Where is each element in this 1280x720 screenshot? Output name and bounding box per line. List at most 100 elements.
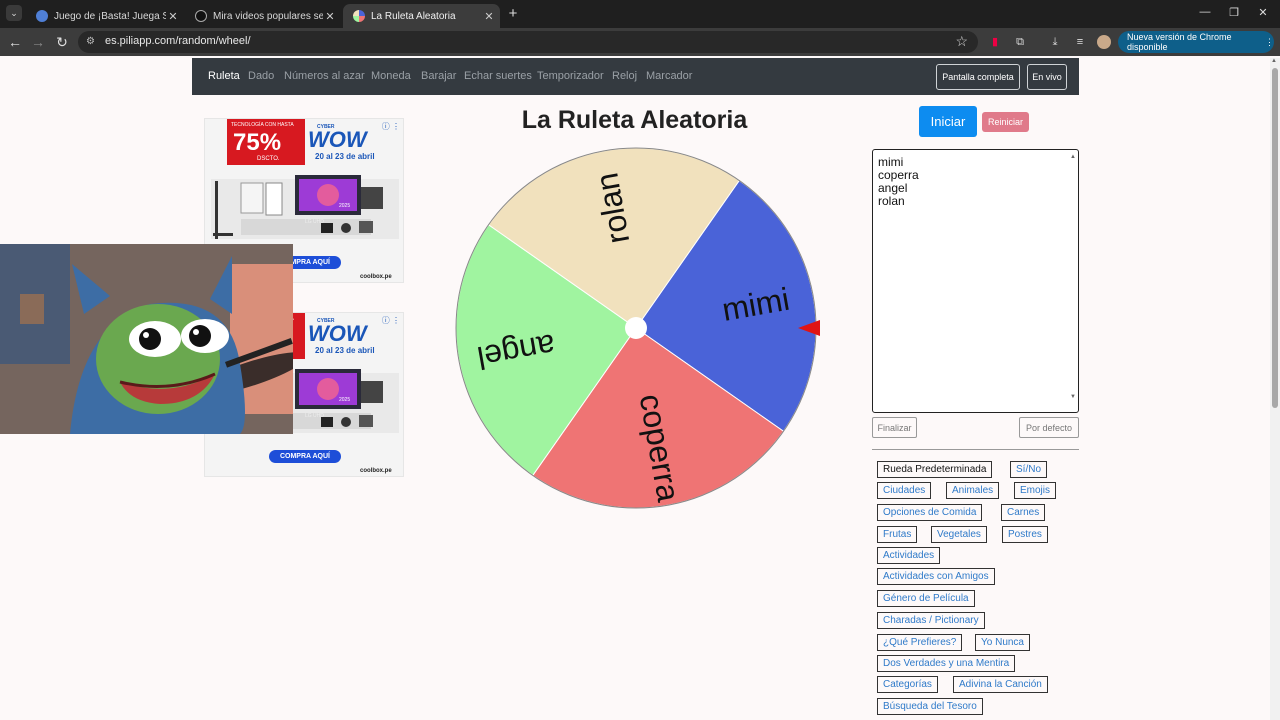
download-icon[interactable]: ⤓: [1048, 35, 1062, 49]
ad-year: 2025: [339, 203, 351, 209]
preset-frutas[interactable]: Frutas: [877, 526, 918, 543]
live-button[interactable]: En vivo: [1027, 64, 1067, 90]
reload-icon[interactable]: ↻: [54, 34, 70, 50]
media-control-icon[interactable]: ≡: [1073, 35, 1087, 49]
textarea-scroll-down-icon[interactable]: ▼: [1070, 391, 1076, 404]
nav-item-barajar[interactable]: Barajar: [421, 70, 456, 82]
preset-vegetales[interactable]: Vegetales: [931, 526, 987, 543]
preset-carnes[interactable]: Carnes: [1001, 504, 1046, 521]
preset-si-no[interactable]: Sí/No: [1010, 461, 1048, 478]
preset-postres[interactable]: Postres: [1002, 526, 1048, 543]
ad-brand-logo: coolbox.pe: [360, 274, 392, 280]
update-label: Nueva versión de Chrome disponible: [1127, 32, 1232, 52]
browser-tab-bar: ⌄ Juego de ¡Basta! Juega Stop, Tu ✕ Mira…: [0, 0, 1280, 28]
preset-dos-verdades[interactable]: Dos Verdades y una Mentira: [877, 655, 1016, 672]
preset-actividades[interactable]: Actividades: [877, 547, 941, 564]
preset-rueda-predeterminada[interactable]: Rueda Predeterminada: [877, 461, 993, 478]
browser-tab-active[interactable]: La Ruleta Aleatoria ✕: [343, 4, 500, 28]
browser-tab[interactable]: Mira videos populares seleccio ✕: [185, 4, 341, 28]
preset-actividades-amigos[interactable]: Actividades con Amigos: [877, 568, 995, 585]
ad-tech-label: TECNOLOGÍA CON HASTA: [231, 122, 294, 128]
default-button[interactable]: Por defecto: [1019, 417, 1079, 438]
reset-button[interactable]: Reiniciar: [982, 112, 1029, 132]
nav-item-numeros[interactable]: Números al azar: [284, 70, 365, 82]
back-icon[interactable]: ←: [7, 34, 23, 50]
tab-search-icon[interactable]: ⌄: [6, 5, 22, 21]
ad-date: 20 al 23 de abril: [315, 152, 375, 161]
ad-cta-button[interactable]: COMPRA AQUÍ: [269, 450, 341, 463]
textarea-scroll-up-icon[interactable]: ▲: [1070, 151, 1076, 164]
restore-icon[interactable]: ❐: [1227, 6, 1241, 19]
preset-animales[interactable]: Animales: [946, 482, 1000, 499]
pepe-avatar-image: [0, 244, 293, 434]
preset-ciudades[interactable]: Ciudades: [877, 482, 932, 499]
nav-item-marcador[interactable]: Marcador: [646, 70, 692, 82]
site-navbar: Ruleta Dado Números al azar Moneda Baraj…: [192, 58, 1079, 95]
forward-icon[interactable]: →: [30, 34, 46, 50]
nav-item-reloj[interactable]: Reloj: [612, 70, 637, 82]
roulette-wheel[interactable]: mimicoperraangelrolan: [450, 144, 822, 516]
ad-date: 20 al 23 de abril: [315, 346, 375, 355]
ad-tv-brand: LG UHD: [305, 219, 324, 225]
ad-info-icon[interactable]: ⓘ ⋮: [382, 315, 400, 326]
preset-genero-pelicula[interactable]: Género de Película: [877, 590, 975, 607]
bookmark-star-icon[interactable]: ☆: [955, 33, 968, 50]
scroll-thumb[interactable]: [1272, 68, 1278, 408]
new-tab-icon[interactable]: +: [505, 5, 521, 22]
webcam-overlay: [0, 244, 293, 434]
close-icon[interactable]: ✕: [323, 10, 337, 23]
chrome-update-button[interactable]: Nueva versión de Chrome disponible ⋮: [1118, 31, 1274, 53]
more-menu-icon[interactable]: ⋮: [1265, 37, 1274, 48]
nav-item-ruleta[interactable]: Ruleta: [208, 70, 240, 82]
nav-item-dado[interactable]: Dado: [248, 70, 274, 82]
wheel-favicon-icon: [353, 10, 365, 22]
extension-icon[interactable]: ▮: [988, 35, 1002, 49]
extensions-puzzle-icon[interactable]: ⧉: [1013, 35, 1027, 49]
ad-info-icon[interactable]: ⓘ ⋮: [382, 121, 400, 132]
tab-title: Mira videos populares seleccio: [213, 10, 323, 22]
start-button[interactable]: Iniciar: [919, 106, 977, 137]
url-text[interactable]: es.piliapp.com/random/wheel/: [105, 35, 251, 47]
ad-year: 2025: [339, 397, 351, 403]
page-title: La Ruleta Aleatoria: [521, 106, 748, 134]
minimize-icon[interactable]: —: [1198, 6, 1212, 18]
close-icon[interactable]: ✕: [482, 10, 496, 23]
ad-dscto: DSCTO.: [257, 156, 280, 162]
globe-icon: [36, 10, 48, 22]
nav-item-echar-suertes[interactable]: Echar suertes: [464, 70, 532, 82]
ad-wow: WOW: [308, 127, 367, 152]
preset-que-prefieres[interactable]: ¿Qué Prefieres?: [877, 634, 963, 651]
name-entry: coperra: [878, 168, 919, 182]
site-info-icon[interactable]: ⚙: [86, 36, 98, 48]
preset-categorias[interactable]: Categorías: [877, 676, 938, 693]
preset-emojis[interactable]: Emojis: [1014, 482, 1057, 499]
ad-discount-block: TECNOLOGÍA CON HASTA 75% DSCTO.: [227, 119, 305, 165]
tiktok-icon: [195, 10, 207, 22]
preset-yo-nunca[interactable]: Yo Nunca: [975, 634, 1030, 651]
preset-busqueda-tesoro[interactable]: Búsqueda del Tesoro: [877, 698, 983, 715]
window-close-icon[interactable]: ✕: [1256, 6, 1270, 19]
profile-avatar[interactable]: [1097, 35, 1111, 49]
name-entry: rolan: [878, 194, 905, 208]
preset-opciones-comida[interactable]: Opciones de Comida: [877, 504, 983, 521]
scroll-up-icon[interactable]: ▲: [1271, 58, 1277, 64]
preset-adivina-cancion[interactable]: Adivina la Canción: [953, 676, 1048, 693]
preset-charadas[interactable]: Charadas / Pictionary: [877, 612, 985, 629]
tab-title: La Ruleta Aleatoria: [371, 10, 456, 22]
wheel-center-hub: [625, 317, 647, 339]
finish-button[interactable]: Finalizar: [872, 417, 917, 438]
ad-tv-brand: LG UHD: [305, 413, 324, 419]
close-icon[interactable]: ✕: [166, 10, 180, 23]
ad-brand-logo: coolbox.pe: [360, 468, 392, 474]
names-textarea[interactable]: mimi coperra angel rolan ▲ ▼: [872, 149, 1079, 413]
nav-item-temporizador[interactable]: Temporizador: [537, 70, 604, 82]
address-bar[interactable]: ⚙ es.piliapp.com/random/wheel/ ☆: [78, 31, 978, 53]
nav-item-moneda[interactable]: Moneda: [371, 70, 411, 82]
ad-products-image: [211, 175, 399, 239]
ad-wow: WOW: [308, 321, 367, 346]
fullscreen-button[interactable]: Pantalla completa: [936, 64, 1020, 90]
browser-toolbar: ← → ↻ ⚙ es.piliapp.com/random/wheel/ ☆ ▮…: [0, 28, 1280, 56]
divider: [872, 449, 1079, 450]
page-scrollbar[interactable]: ▲: [1270, 58, 1280, 720]
browser-tab[interactable]: Juego de ¡Basta! Juega Stop, Tu ✕: [26, 4, 184, 28]
